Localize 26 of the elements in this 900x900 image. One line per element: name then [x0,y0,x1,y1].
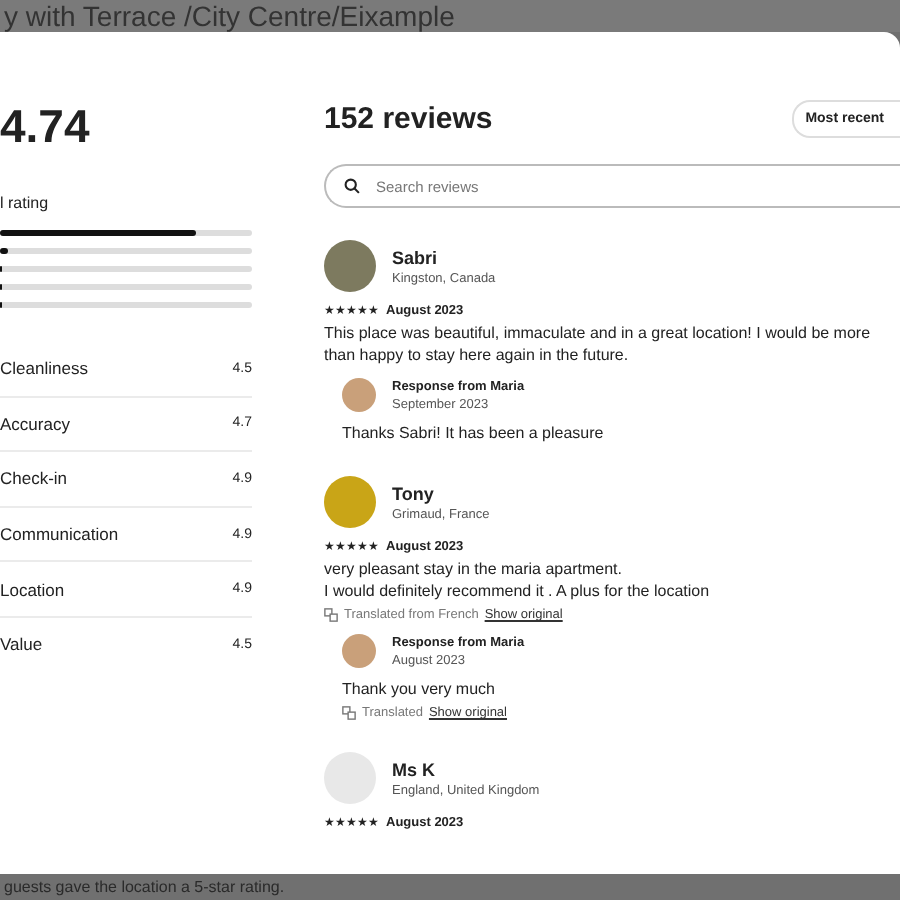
listing-title: y with Terrace /City Centre/Eixample [4,2,455,32]
avatar [324,240,376,292]
avatar [342,634,376,668]
reviewer-name: Tony [392,483,436,503]
category-name: Cleanliness [0,358,88,379]
category-name: Communication [0,524,119,545]
avatar [342,378,376,412]
search-icon [344,178,360,194]
review-text: I would definitely recommend it . A plus for the location [324,580,712,602]
avatar [324,476,376,528]
review-text: very pleasant stay in the maria apartment. [324,558,624,580]
response-text: Thanks Sabri! It has been a pleasure [342,422,606,444]
rating-label: l rating [0,194,51,212]
category-name: Check-in [0,468,68,489]
review-text: This place was beautiful, immaculate and in a great location! I would be more than happy to stay here again in the future. [324,322,873,366]
reviews-count: 152 reviews [324,102,493,136]
rating-score: 4.74 [0,100,92,154]
response-text: Thank you very much [342,678,497,700]
translate-icon [342,706,356,720]
reviewer-name: Sabri [392,247,440,267]
footer-text: guests gave the location a 5-star rating. [4,878,285,896]
category-name: Value [0,634,43,655]
reviewer-name: Ms K [392,759,438,779]
translate-icon [324,608,338,622]
category-name: Accuracy [0,413,70,434]
category-name: Location [0,579,65,600]
